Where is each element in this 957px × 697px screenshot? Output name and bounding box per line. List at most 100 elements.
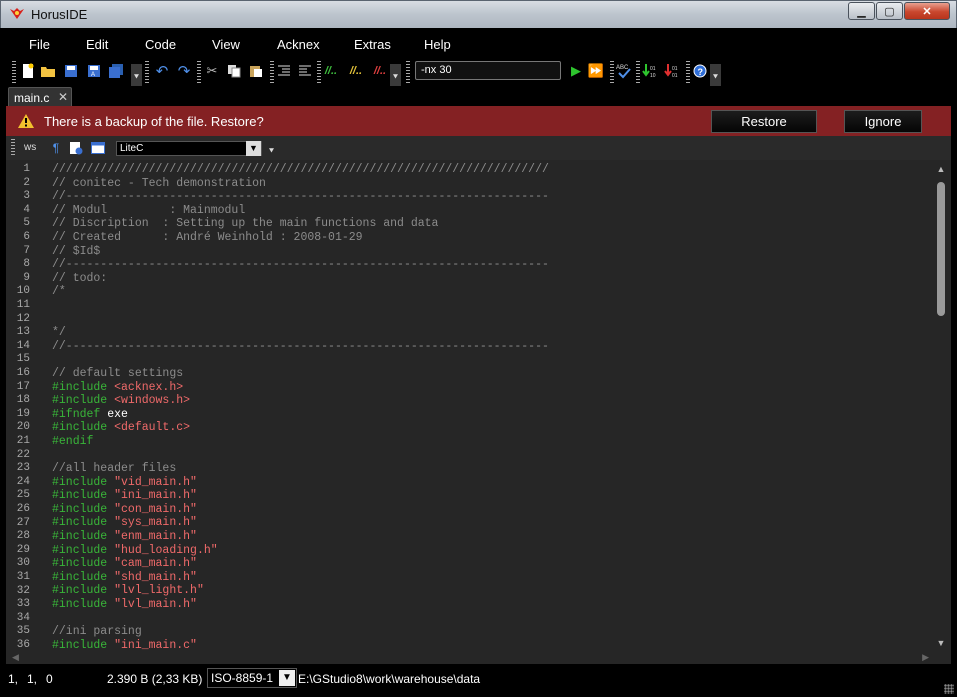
code-line[interactable]: #include <default.c> xyxy=(52,421,932,435)
code-line[interactable]: /* xyxy=(52,285,932,299)
save-as-icon[interactable]: A xyxy=(86,63,102,79)
command-line-input[interactable]: -nx 30 xyxy=(415,61,561,80)
code-line[interactable]: #include <windows.h> xyxy=(52,394,932,408)
code-line[interactable]: #include "lvl_light.h" xyxy=(52,584,932,598)
code-line[interactable]: // conitec - Tech demonstration xyxy=(52,177,932,191)
scroll-down-icon[interactable]: ▼ xyxy=(935,638,947,648)
help-icon[interactable]: ? xyxy=(692,63,708,79)
toolbar-overflow-icon[interactable]: ⯆ xyxy=(131,64,142,86)
toolbar-grip[interactable] xyxy=(610,61,614,83)
code-line[interactable]: #include "hud_loading.h" xyxy=(52,544,932,558)
toolbar-grip[interactable] xyxy=(686,61,690,83)
pilcrow-icon[interactable]: ¶ xyxy=(48,140,64,156)
run-icon[interactable]: ▶ xyxy=(568,63,584,79)
scrollbar-thumb[interactable] xyxy=(937,182,945,316)
code-line[interactable] xyxy=(52,299,932,313)
undo-icon[interactable]: ↶ xyxy=(154,63,170,80)
uncomment-red-icon[interactable]: //.. xyxy=(372,63,388,79)
paste-icon[interactable] xyxy=(248,63,264,79)
code-line[interactable]: #ifndef exe xyxy=(52,408,932,422)
encoding-select[interactable]: ISO-8859-1 ▼ xyxy=(207,668,297,688)
save-icon[interactable] xyxy=(63,63,79,79)
code-line[interactable]: // $Id$ xyxy=(52,245,932,259)
toolbar-grip[interactable] xyxy=(317,61,321,83)
upload-binary-icon[interactable]: 01 01 xyxy=(664,63,680,79)
menu-file[interactable]: File xyxy=(29,37,50,52)
code-line[interactable]: #include "shd_main.h" xyxy=(52,571,932,585)
ignore-button[interactable]: Ignore xyxy=(844,110,922,133)
indent-icon[interactable] xyxy=(297,63,313,79)
code-line[interactable]: #endif xyxy=(52,435,932,449)
code-line[interactable]: // default settings xyxy=(52,367,932,381)
code-line[interactable]: // todo: xyxy=(52,272,932,286)
resize-grip-icon[interactable] xyxy=(944,684,954,694)
cut-icon[interactable]: ✂ xyxy=(204,63,220,79)
open-file-icon[interactable] xyxy=(40,63,56,79)
code-line[interactable] xyxy=(52,313,932,327)
code-line[interactable]: */ xyxy=(52,326,932,340)
horizontal-scrollbar[interactable]: ◀ ▶ xyxy=(6,652,951,664)
code-line[interactable]: //ini parsing xyxy=(52,625,932,639)
toolbar-overflow-icon[interactable]: ⯆ xyxy=(390,64,401,86)
code-line[interactable]: // Discription : Setting up the main fun… xyxy=(52,217,932,231)
save-all-icon[interactable] xyxy=(108,63,124,79)
outdent-icon[interactable] xyxy=(276,63,292,79)
code-content[interactable]: ////////////////////////////////////////… xyxy=(52,163,932,652)
maximize-button[interactable]: ▢ xyxy=(876,2,903,20)
comment-green-icon[interactable]: //.. xyxy=(323,63,339,79)
redo-icon[interactable]: ↷ xyxy=(176,63,192,80)
code-line[interactable]: #include "con_main.h" xyxy=(52,503,932,517)
menu-acknex[interactable]: Acknex xyxy=(277,37,320,52)
code-line[interactable]: #include "ini_main.h" xyxy=(52,489,932,503)
download-binary-icon[interactable]: 01 10 xyxy=(642,63,658,79)
code-line[interactable] xyxy=(52,353,932,367)
spellcheck-icon[interactable]: ABC xyxy=(616,63,632,79)
code-line[interactable]: //--------------------------------------… xyxy=(52,190,932,204)
code-editor[interactable]: 1 2 3 4 5 6 7 8 9 10 11 12 13 14 15 16 17 18 19 20 21 22 23 24 2… xyxy=(6,160,951,652)
menu-extras[interactable]: Extras xyxy=(354,37,391,52)
language-select[interactable]: LiteC ▼ xyxy=(116,141,262,156)
code-line[interactable]: #include <acknex.h> xyxy=(52,381,932,395)
code-line[interactable]: //--------------------------------------… xyxy=(52,258,932,272)
code-line[interactable]: #include "cam_main.h" xyxy=(52,557,932,571)
code-line[interactable] xyxy=(52,448,932,462)
vertical-scrollbar[interactable]: ▲ ▼ xyxy=(935,164,947,648)
code-line[interactable]: // Created : André Weinhold : 2008-01-29 xyxy=(52,231,932,245)
copy-icon[interactable] xyxy=(226,63,242,79)
minimize-button[interactable]: ▁ xyxy=(848,2,875,20)
scroll-left-icon[interactable]: ◀ xyxy=(12,652,19,663)
code-line[interactable]: #include "vid_main.h" xyxy=(52,476,932,490)
comment-yellow-icon[interactable]: //.. xyxy=(348,63,364,79)
toolbar-grip[interactable] xyxy=(11,139,15,157)
code-line[interactable]: #include "enm_main.h" xyxy=(52,530,932,544)
tab-main-c[interactable]: main.c ✕ xyxy=(8,87,72,106)
run-all-icon[interactable]: ⏩ xyxy=(588,63,604,79)
code-line[interactable]: // Modul : Mainmodul xyxy=(52,204,932,218)
code-line[interactable]: #include "lvl_main.h" xyxy=(52,598,932,612)
menu-code[interactable]: Code xyxy=(145,37,176,52)
menu-help[interactable]: Help xyxy=(424,37,451,52)
scroll-right-icon[interactable]: ▶ xyxy=(922,652,929,663)
toolbar-grip[interactable] xyxy=(406,61,410,83)
toolbar-grip[interactable] xyxy=(270,61,274,83)
menu-edit[interactable]: Edit xyxy=(86,37,108,52)
toolbar-overflow-icon[interactable]: ⯆ xyxy=(710,64,721,86)
scroll-up-icon[interactable]: ▲ xyxy=(935,164,947,174)
new-file-icon[interactable] xyxy=(20,63,36,79)
toolbar-overflow-icon[interactable]: ⯆ xyxy=(266,144,277,158)
tab-close-icon[interactable]: ✕ xyxy=(58,90,68,104)
document-settings-icon[interactable] xyxy=(68,140,84,156)
whitespace-toggle[interactable]: ws xyxy=(24,142,36,153)
code-line[interactable]: ////////////////////////////////////////… xyxy=(52,163,932,177)
code-line[interactable] xyxy=(52,612,932,626)
code-line[interactable]: //all header files xyxy=(52,462,932,476)
code-line[interactable]: #include "ini_main.c" xyxy=(52,639,932,652)
code-line[interactable]: #include "sys_main.h" xyxy=(52,516,932,530)
menu-view[interactable]: View xyxy=(212,37,240,52)
toolbar-grip[interactable] xyxy=(636,61,640,83)
toolbar-grip[interactable] xyxy=(197,61,201,83)
window-layout-icon[interactable] xyxy=(90,140,106,156)
toolbar-grip[interactable] xyxy=(12,61,16,83)
close-button[interactable]: ✕ xyxy=(904,2,950,20)
toolbar-grip[interactable] xyxy=(145,61,149,83)
